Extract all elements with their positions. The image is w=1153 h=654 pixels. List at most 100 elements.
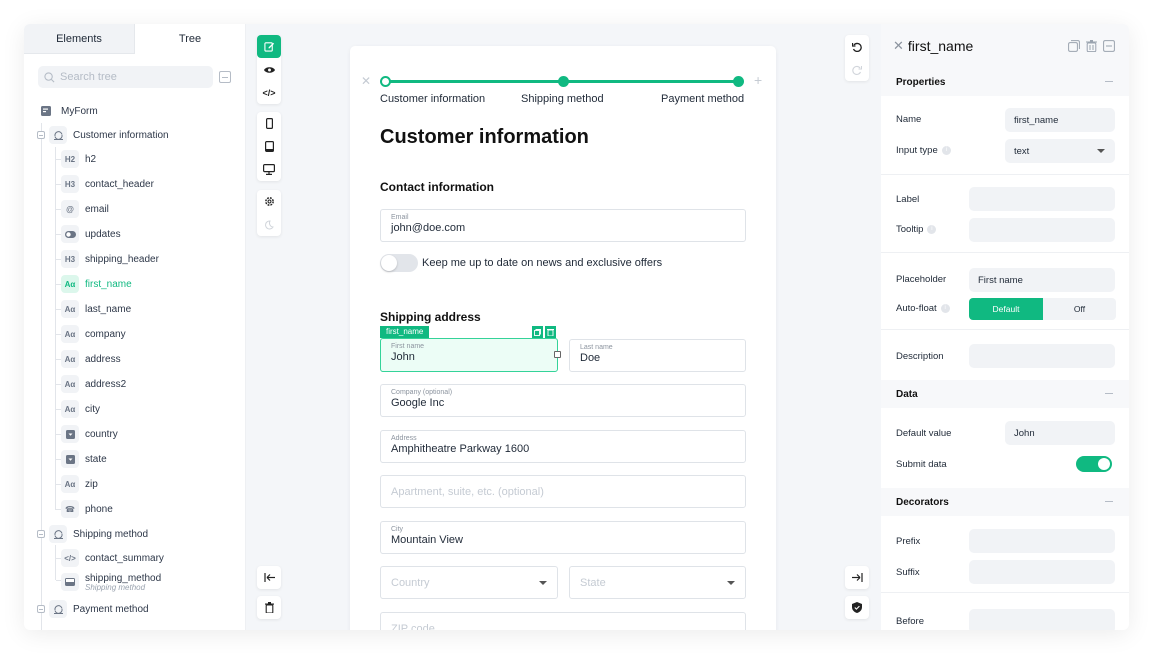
- tree-node-address[interactable]: Aα address: [61, 349, 121, 369]
- company-field[interactable]: Company (optional) Google Inc: [380, 384, 746, 417]
- tree-node-step[interactable]: Customer information: [49, 125, 169, 145]
- label-input[interactable]: [969, 187, 1115, 211]
- tooltip-input[interactable]: [969, 218, 1115, 242]
- tree-node-updates[interactable]: updates: [61, 224, 121, 244]
- resize-handle[interactable]: [554, 351, 561, 358]
- step-label-3[interactable]: Payment method: [661, 93, 744, 105]
- country-select[interactable]: Country: [380, 566, 558, 599]
- properties-section-header[interactable]: Properties: [881, 68, 1129, 96]
- tree-node-root[interactable]: MyForm: [37, 101, 98, 121]
- tree-node-zip[interactable]: Aα zip: [61, 474, 98, 494]
- last-name-value: Doe: [580, 352, 601, 364]
- tree-node-phone[interactable]: ☎ phone: [61, 499, 113, 519]
- clear-form-button[interactable]: [257, 596, 281, 619]
- code-icon: </>: [262, 87, 276, 98]
- remove-step-icon[interactable]: ✕: [361, 74, 371, 88]
- tree-node-contact-header[interactable]: H3 contact_header: [61, 174, 154, 194]
- decorators-section-header[interactable]: Decorators: [881, 488, 1129, 516]
- address2-field[interactable]: Apartment, suite, etc. (optional): [380, 475, 746, 508]
- tree-node-last-name[interactable]: Aα last_name: [61, 299, 131, 319]
- collapse-toggle[interactable]: [37, 530, 45, 538]
- collapse-toggle[interactable]: [37, 605, 45, 613]
- tree-node-state[interactable]: state: [61, 449, 107, 469]
- collapse-all-icon[interactable]: [219, 71, 231, 83]
- suffix-input[interactable]: [969, 560, 1115, 584]
- chevron-down-icon: [727, 581, 735, 585]
- redo-button[interactable]: [845, 58, 869, 81]
- step-label-2[interactable]: Shipping method: [521, 93, 604, 105]
- email-field[interactable]: Email john@doe.com: [380, 209, 746, 242]
- email-label: Email: [391, 214, 409, 221]
- close-icon[interactable]: ✕: [893, 38, 904, 54]
- mobile-view-button[interactable]: [257, 112, 281, 135]
- validation-button[interactable]: [845, 596, 869, 619]
- step-icon: [49, 525, 67, 543]
- input-type-value: text: [1014, 145, 1030, 157]
- desktop-view-button[interactable]: [257, 158, 281, 181]
- updates-toggle[interactable]: [380, 254, 418, 272]
- prefix-input[interactable]: [969, 529, 1115, 553]
- label-label: Label: [896, 194, 920, 205]
- tree-node-company[interactable]: Aα company: [61, 324, 126, 344]
- last-name-field[interactable]: Last name Doe: [569, 339, 746, 372]
- tree-node-address2[interactable]: Aα address2: [61, 374, 126, 394]
- info-icon[interactable]: i: [940, 304, 950, 313]
- tree-node-email[interactable]: @ email: [61, 199, 109, 219]
- auto-float-off[interactable]: Off: [1043, 298, 1116, 320]
- code-button[interactable]: </>: [257, 81, 281, 104]
- city-field[interactable]: City Mountain View: [380, 521, 746, 554]
- default-value-input[interactable]: John: [1005, 421, 1115, 445]
- undo-icon: [852, 42, 862, 52]
- tab-elements[interactable]: Elements: [24, 24, 135, 54]
- duplicate-element-button[interactable]: [532, 326, 543, 338]
- submit-data-toggle[interactable]: [1076, 456, 1112, 472]
- placeholder-input[interactable]: First name: [969, 268, 1115, 292]
- settings-icon: [264, 197, 274, 206]
- tab-tree[interactable]: Tree: [135, 24, 245, 54]
- delete-element-button[interactable]: [545, 326, 556, 338]
- tablet-view-button[interactable]: [257, 135, 281, 158]
- tree-node-city[interactable]: Aα city: [61, 399, 100, 419]
- preview-button[interactable]: [257, 58, 281, 81]
- collapse-toggle[interactable]: [37, 131, 45, 139]
- settings-button[interactable]: [257, 190, 281, 213]
- tree-node-step[interactable]: Payment method: [49, 599, 149, 619]
- info-icon[interactable]: i: [941, 146, 951, 155]
- device-toolbar: [257, 112, 281, 181]
- tree-node-step[interactable]: Shipping method: [49, 524, 148, 544]
- edit-button[interactable]: [257, 35, 281, 58]
- search-tree-input[interactable]: Search tree: [38, 66, 213, 88]
- state-select[interactable]: State: [569, 566, 746, 599]
- name-label: Name: [896, 114, 922, 125]
- tree-node-contact-summary[interactable]: </> contact_summary: [61, 548, 164, 568]
- name-input[interactable]: first_name: [1005, 108, 1115, 132]
- collapse-panel-icon[interactable]: [1103, 40, 1115, 52]
- info-icon[interactable]: i: [927, 225, 937, 234]
- add-step-icon[interactable]: +: [754, 72, 762, 88]
- before-input[interactable]: [969, 609, 1115, 630]
- step-label-1[interactable]: Customer information: [380, 93, 485, 105]
- tree-node-shipping-method[interactable]: shipping_method Shipping method: [61, 570, 161, 594]
- data-section-header[interactable]: Data: [881, 380, 1129, 408]
- undo-button[interactable]: [845, 35, 869, 58]
- heading-3-icon: H3: [61, 250, 79, 268]
- copy-icon[interactable]: [1068, 40, 1080, 52]
- input-type-select[interactable]: text: [1005, 139, 1115, 163]
- tree-node-shipping-header[interactable]: H3 shipping_header: [61, 249, 159, 269]
- tree-node-country[interactable]: country: [61, 424, 118, 444]
- address2-placeholder: Apartment, suite, etc. (optional): [391, 486, 544, 498]
- step-dot-2[interactable]: [558, 76, 569, 87]
- description-input[interactable]: [969, 344, 1115, 368]
- step-dot-1[interactable]: [380, 76, 391, 87]
- dark-mode-button[interactable]: [257, 213, 281, 236]
- zip-field[interactable]: ZIP code: [380, 612, 746, 630]
- expand-right-button[interactable]: [845, 566, 869, 589]
- first-name-field[interactable]: First name John: [380, 338, 558, 372]
- collapse-left-button[interactable]: [257, 566, 281, 589]
- trash-icon[interactable]: [1086, 40, 1097, 52]
- step-dot-3[interactable]: [733, 76, 744, 87]
- auto-float-default[interactable]: Default: [969, 298, 1043, 320]
- tree-node-h2[interactable]: H2 h2: [61, 149, 96, 169]
- address-field[interactable]: Address Amphitheatre Parkway 1600: [380, 430, 746, 463]
- tree-node-first-name[interactable]: Aα first_name: [61, 274, 132, 294]
